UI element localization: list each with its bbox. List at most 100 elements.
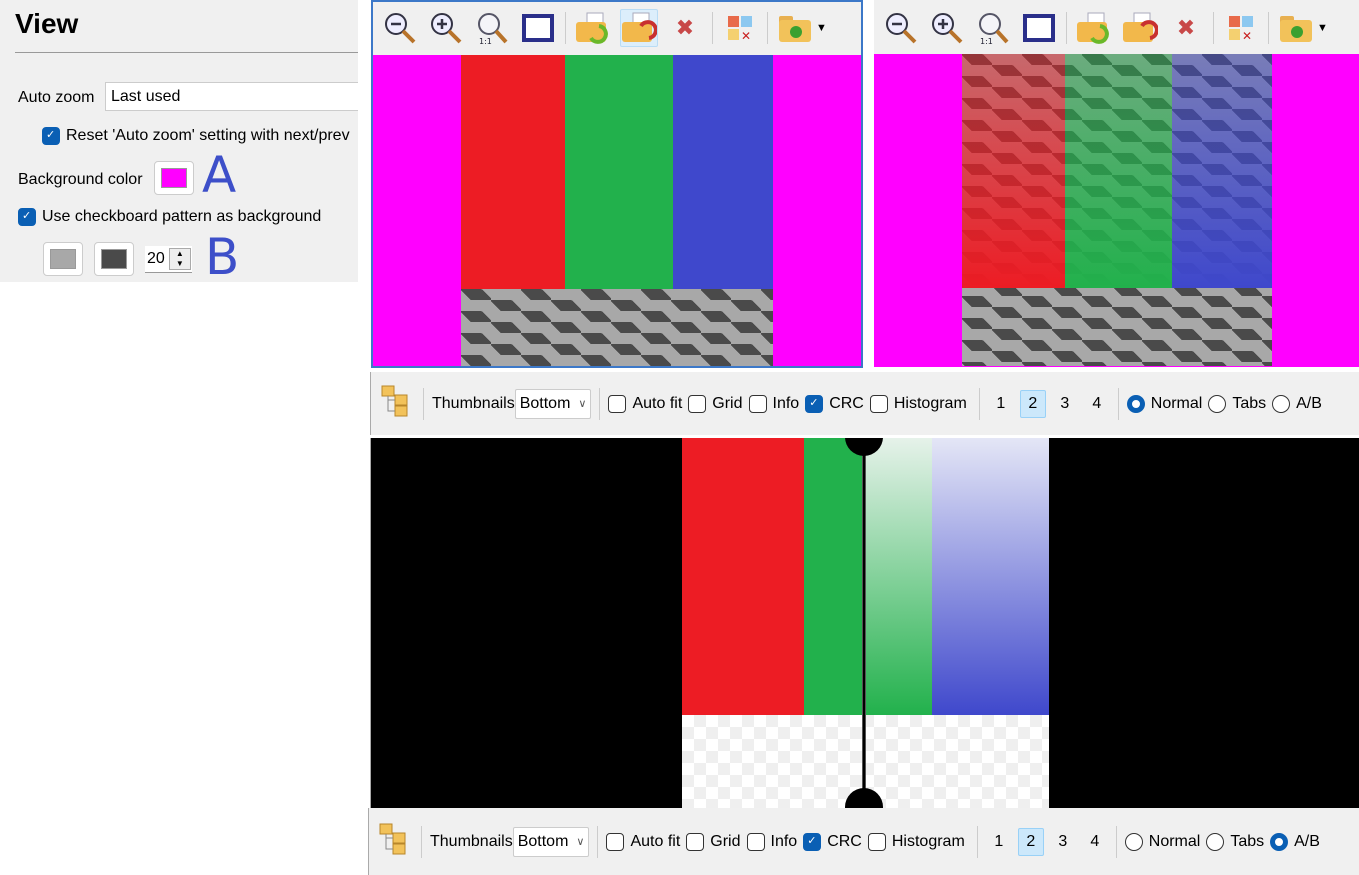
layout-3-button[interactable]: 3: [1050, 828, 1076, 856]
zoom-out-icon[interactable]: [882, 9, 920, 47]
separator: [1115, 825, 1117, 858]
dropdown-arrow-icon[interactable]: ▼: [816, 22, 827, 34]
viewer-toolbar: 1:1 ✖ ✕ ▼: [874, 2, 1359, 54]
grid-checkbox[interactable]: Grid: [686, 832, 741, 851]
histogram-checkbox[interactable]: Histogram: [867, 832, 965, 851]
checkbox-icon: [746, 832, 765, 851]
auto-zoom-label: Auto zoom: [18, 89, 95, 106]
layout-3-button[interactable]: 3: [1052, 390, 1078, 418]
layout-4-button[interactable]: 4: [1082, 828, 1108, 856]
checkerboard-label: Use checkboard pattern as background: [42, 208, 322, 225]
normal-label: Normal: [1148, 832, 1201, 850]
svg-text:1:1: 1:1: [479, 37, 492, 45]
color-swatch: [50, 249, 76, 269]
red-bar: [461, 55, 565, 289]
info-checkbox[interactable]: Info: [746, 832, 798, 851]
compare-grid-icon[interactable]: ✕: [721, 9, 759, 47]
layout-1-button[interactable]: 1: [988, 390, 1014, 418]
divider: [15, 52, 358, 53]
histogram-checkbox[interactable]: Histogram: [869, 394, 967, 413]
checkbox-icon: [18, 208, 36, 226]
reset-auto-zoom-label: Reset 'Auto zoom' setting with next/prev: [66, 127, 350, 144]
open-previous-icon[interactable]: [1075, 9, 1113, 47]
zoom-in-icon[interactable]: [928, 9, 966, 47]
ab-divider-handle[interactable]: [862, 438, 866, 808]
normal-label: Normal: [1150, 394, 1203, 412]
dropdown-arrow-icon[interactable]: ▼: [1317, 22, 1328, 34]
grid-checkbox[interactable]: Grid: [688, 394, 743, 413]
close-image-icon[interactable]: ✖: [666, 9, 704, 47]
close-image-icon[interactable]: ✖: [1167, 9, 1205, 47]
reset-auto-zoom-checkbox[interactable]: Reset 'Auto zoom' setting with next/prev: [42, 127, 358, 145]
viewer-toolbar: 1:1 ✖ ✕ ▼: [373, 2, 861, 54]
background-color-label: Background color: [18, 171, 143, 188]
autofit-label: Auto fit: [632, 394, 683, 412]
layout-1-button[interactable]: 1: [986, 828, 1012, 856]
normal-radio[interactable]: Normal: [1124, 832, 1201, 851]
svg-text:✕: ✕: [1242, 29, 1252, 40]
separator: [712, 12, 713, 44]
color-swatch: [161, 168, 187, 188]
blue-bar: [673, 55, 773, 289]
ab-radio[interactable]: A/B: [1272, 394, 1322, 413]
chevron-down-icon: ∨: [578, 398, 587, 410]
fit-to-window-icon[interactable]: [1020, 9, 1058, 47]
tabs-radio[interactable]: Tabs: [1206, 832, 1265, 851]
thumbnails-label: Thumbnails: [432, 394, 515, 412]
thumbnails-tree-icon[interactable]: [381, 385, 415, 422]
autofit-checkbox[interactable]: Auto fit: [606, 832, 680, 851]
open-previous-icon[interactable]: [574, 9, 612, 47]
background-color-button[interactable]: [154, 161, 194, 195]
image-canvas[interactable]: [874, 54, 1359, 367]
green-bar: [565, 55, 673, 289]
thumbnails-value: Bottom: [519, 394, 571, 412]
radio-icon: [1126, 394, 1145, 413]
fit-to-window-icon[interactable]: [519, 9, 557, 47]
zoom-out-icon[interactable]: [381, 9, 419, 47]
ab-label: A/B: [1294, 832, 1320, 850]
tabs-label: Tabs: [1232, 394, 1267, 412]
image-canvas[interactable]: [373, 55, 861, 366]
open-next-icon[interactable]: [1121, 9, 1159, 47]
checker-color2-button[interactable]: [94, 242, 134, 276]
viewer-pane-2[interactable]: 1:1 ✖ ✕ ▼: [874, 0, 1359, 367]
checkbox-icon: [867, 832, 886, 851]
viewer-pane-1[interactable]: 1:1 ✖ ✕ ▼: [371, 0, 863, 368]
ab-label: A/B: [1296, 394, 1322, 412]
info-label: Info: [770, 832, 798, 850]
layout-4-button[interactable]: 4: [1084, 390, 1110, 418]
autofit-checkbox[interactable]: Auto fit: [608, 394, 683, 413]
checker-color1-button[interactable]: [43, 242, 83, 276]
zoom-in-icon[interactable]: [427, 9, 465, 47]
auto-zoom-select[interactable]: Last used: [105, 82, 358, 111]
color-swatch: [101, 249, 127, 269]
checker-size-spinner[interactable]: 20 ▲ ▼: [145, 246, 192, 273]
red-bar: [682, 438, 804, 715]
thumbnails-tree-icon[interactable]: [379, 823, 413, 860]
spin-arrows-icon[interactable]: ▲ ▼: [168, 248, 191, 270]
open-folder-icon[interactable]: [1277, 9, 1315, 47]
separator: [767, 12, 768, 44]
thumbnails-select[interactable]: Bottom ∨: [514, 388, 592, 419]
ab-compare-canvas[interactable]: [370, 438, 1359, 808]
info-checkbox[interactable]: Info: [748, 394, 799, 413]
open-next-icon[interactable]: [620, 9, 658, 47]
zoom-1to1-icon[interactable]: 1:1: [974, 9, 1012, 47]
separator: [978, 387, 980, 420]
checkerboard-checkbox[interactable]: Use checkboard pattern as background: [18, 208, 321, 226]
layout-2-button[interactable]: 2: [1017, 827, 1044, 856]
layout-2-button[interactable]: 2: [1019, 389, 1046, 418]
tabs-label: Tabs: [1230, 832, 1265, 850]
green-bar: [804, 438, 864, 715]
green-bar-faded: [864, 438, 932, 715]
radio-icon: [1272, 394, 1291, 413]
thumbnails-select[interactable]: Bottom ∨: [512, 826, 590, 857]
crc-checkbox[interactable]: CRC: [805, 394, 864, 413]
compare-grid-icon[interactable]: ✕: [1222, 9, 1260, 47]
tabs-radio[interactable]: Tabs: [1208, 394, 1267, 413]
crc-checkbox[interactable]: CRC: [803, 832, 862, 851]
open-folder-icon[interactable]: [776, 9, 814, 47]
ab-radio[interactable]: A/B: [1270, 832, 1320, 851]
zoom-1to1-icon[interactable]: 1:1: [473, 9, 511, 47]
normal-radio[interactable]: Normal: [1126, 394, 1203, 413]
